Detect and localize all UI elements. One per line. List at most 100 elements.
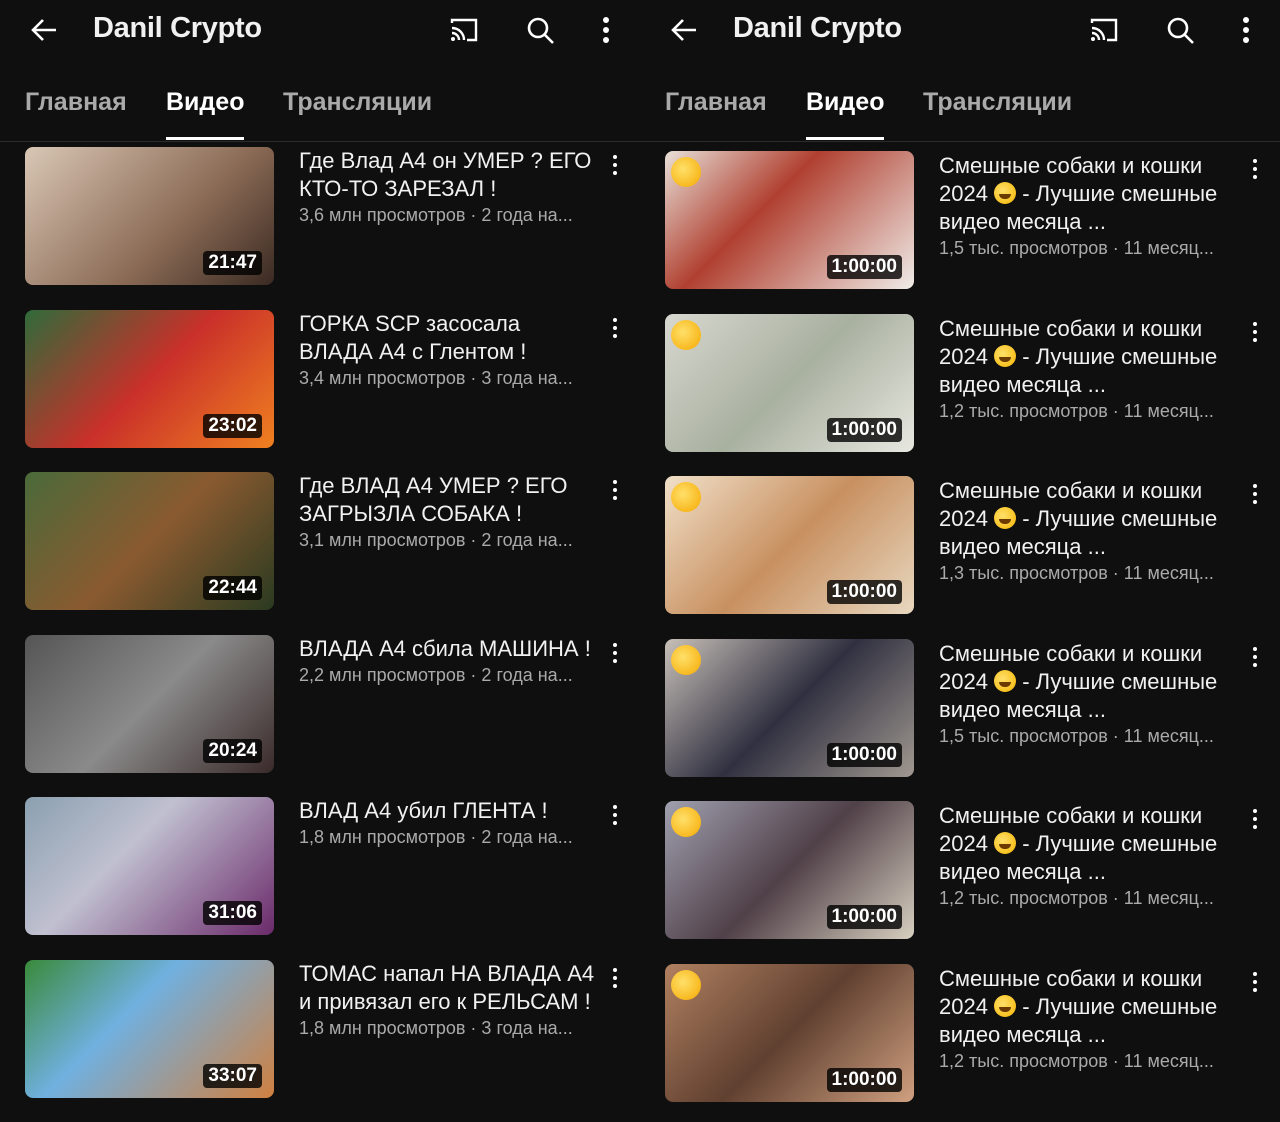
- video-list-item[interactable]: 21:47 Где Влад А4 он УМЕР ? ЕГО КТО-ТО З…: [25, 147, 625, 285]
- duration-badge: 33:07: [203, 1063, 262, 1088]
- tab-videos[interactable]: Видео: [806, 88, 885, 140]
- video-meta: 3,4 млн просмотров · 3 года на...: [299, 367, 573, 388]
- tab-home[interactable]: Главная: [25, 88, 127, 117]
- duration-badge: 20:24: [203, 738, 262, 763]
- channel-tabs: Главная Видео Трансляции: [640, 70, 1280, 142]
- cast-icon[interactable]: [448, 14, 480, 46]
- video-meta: 1,5 тыс. просмотров · 11 месяц...: [939, 725, 1214, 746]
- grinning-sweat-emoji-icon: [994, 344, 1017, 367]
- video-menu-icon[interactable]: [1247, 157, 1263, 181]
- video-list-item[interactable]: 1:00:00 Смешные собаки и кошки 2024 - Лу…: [665, 963, 1265, 1102]
- video-list-item[interactable]: 23:02 ГОРКА SCP засосала ВЛАДА А4 с Глен…: [25, 309, 625, 448]
- grinning-sweat-emoji-icon: [994, 182, 1017, 204]
- duration-badge: 21:47: [203, 251, 262, 275]
- video-thumbnail[interactable]: 33:07: [25, 959, 274, 1098]
- video-title[interactable]: Смешные собаки и кошки 2024 - Лучшие сме…: [939, 315, 1239, 399]
- duration-badge: 1:00:00: [826, 255, 902, 279]
- video-title[interactable]: Где Влад А4 он УМЕР ? ЕГО КТО-ТО ЗАРЕЗАЛ…: [299, 147, 599, 203]
- channel-title: Danil Crypto: [733, 12, 902, 44]
- tab-home[interactable]: Главная: [665, 88, 767, 117]
- video-list-item[interactable]: 1:00:00 Смешные собаки и кошки 2024 - Лу…: [665, 151, 1265, 289]
- duration-badge: 1:00:00: [826, 742, 902, 767]
- more-options-icon[interactable]: [590, 14, 622, 46]
- video-menu-icon[interactable]: [1247, 645, 1263, 669]
- video-title[interactable]: ВЛАД А4 убил ГЛЕНТА !: [299, 797, 599, 825]
- laughing-emoji-icon: [671, 319, 701, 350]
- grinning-sweat-emoji-icon: [994, 507, 1017, 529]
- video-meta: 1,2 тыс. просмотров · 11 месяц...: [939, 400, 1214, 421]
- video-meta: 1,3 тыс. просмотров · 11 месяц...: [939, 563, 1214, 583]
- duration-badge: 31:06: [203, 901, 262, 925]
- channel-panel: Danil Crypto Главная Видео Трансляции 1:00…: [640, 0, 1280, 1122]
- duration-badge: 1:00:00: [826, 417, 902, 442]
- video-title[interactable]: Смешные собаки и кошки 2024 - Лучшие сме…: [939, 640, 1239, 724]
- video-title[interactable]: Где ВЛАД А4 УМЕР ? ЕГО ЗАГРЫЗЛА СОБАКА !: [299, 472, 599, 528]
- video-thumbnail[interactable]: 21:47: [25, 147, 274, 285]
- laughing-emoji-icon: [671, 157, 701, 187]
- back-arrow-icon[interactable]: [28, 14, 60, 46]
- video-thumbnail[interactable]: 22:44: [25, 472, 274, 610]
- channel-title: Danil Crypto: [93, 12, 262, 44]
- video-menu-icon[interactable]: [1247, 807, 1263, 831]
- laughing-emoji-icon: [671, 482, 701, 512]
- video-meta: 2,2 млн просмотров · 2 года на...: [299, 664, 573, 685]
- video-thumbnail[interactable]: 23:02: [25, 309, 274, 448]
- back-arrow-icon[interactable]: [668, 14, 700, 46]
- video-title[interactable]: ГОРКА SCP засосала ВЛАДА А4 с Глентом !: [299, 310, 599, 366]
- tab-videos[interactable]: Видео: [166, 88, 245, 140]
- duration-badge: 1:00:00: [826, 580, 902, 604]
- video-thumbnail[interactable]: 1:00:00: [665, 313, 914, 452]
- channel-panel: Danil Crypto Главная Видео Трансляции 21:4…: [0, 0, 640, 1122]
- more-options-icon[interactable]: [1230, 14, 1262, 46]
- video-list-item[interactable]: 1:00:00 Смешные собаки и кошки 2024 - Лу…: [665, 313, 1265, 452]
- video-title[interactable]: Смешные собаки и кошки 2024 - Лучшие сме…: [939, 802, 1239, 886]
- video-thumbnail[interactable]: 1:00:00: [665, 476, 914, 614]
- video-menu-icon[interactable]: [607, 316, 623, 340]
- video-menu-icon[interactable]: [607, 478, 623, 502]
- video-title[interactable]: ВЛАДА А4 сбила МАШИНА !: [299, 635, 599, 663]
- video-menu-icon[interactable]: [607, 966, 623, 990]
- video-meta: 3,6 млн просмотров · 2 года на...: [299, 205, 573, 225]
- video-list-item[interactable]: 1:00:00 Смешные собаки и кошки 2024 - Лу…: [665, 476, 1265, 614]
- cast-icon[interactable]: [1088, 14, 1120, 46]
- duration-badge: 1:00:00: [826, 905, 902, 929]
- tab-live[interactable]: Трансляции: [923, 88, 1072, 117]
- duration-badge: 23:02: [203, 413, 262, 438]
- video-meta: 1,8 млн просмотров · 2 года на...: [299, 827, 573, 847]
- tab-live[interactable]: Трансляции: [283, 88, 432, 117]
- search-icon[interactable]: [524, 14, 556, 46]
- video-menu-icon[interactable]: [1247, 970, 1263, 994]
- video-menu-icon[interactable]: [1247, 482, 1263, 506]
- video-list-item[interactable]: 33:07 ТОМАС напал НА ВЛАДА А4 и привязал…: [25, 959, 625, 1098]
- video-thumbnail[interactable]: 1:00:00: [665, 963, 914, 1102]
- video-list-item[interactable]: 20:24 ВЛАДА А4 сбила МАШИНА ! 2,2 млн пр…: [25, 634, 625, 773]
- video-meta: 1,8 млн просмотров · 3 года на...: [299, 1017, 573, 1038]
- video-title[interactable]: Смешные собаки и кошки 2024 - Лучшие сме…: [939, 965, 1239, 1049]
- video-list-item[interactable]: 31:06 ВЛАД А4 убил ГЛЕНТА ! 1,8 млн прос…: [25, 797, 625, 935]
- duration-badge: 1:00:00: [826, 1067, 902, 1092]
- laughing-emoji-icon: [671, 807, 701, 837]
- video-list-item[interactable]: 1:00:00 Смешные собаки и кошки 2024 - Лу…: [665, 638, 1265, 777]
- top-app-bar: Danil Crypto: [0, 0, 640, 62]
- grinning-sweat-emoji-icon: [994, 669, 1017, 692]
- grinning-sweat-emoji-icon: [994, 832, 1017, 854]
- video-title[interactable]: Смешные собаки и кошки 2024 - Лучшие сме…: [939, 152, 1239, 236]
- video-menu-icon[interactable]: [607, 153, 623, 177]
- video-title[interactable]: ТОМАС напал НА ВЛАДА А4 и привязал его к…: [299, 960, 599, 1016]
- video-thumbnail[interactable]: 1:00:00: [665, 151, 914, 289]
- video-list-item[interactable]: 1:00:00 Смешные собаки и кошки 2024 - Лу…: [665, 801, 1265, 939]
- video-thumbnail[interactable]: 31:06: [25, 797, 274, 935]
- video-menu-icon[interactable]: [607, 803, 623, 827]
- search-icon[interactable]: [1164, 14, 1196, 46]
- video-meta: 1,5 тыс. просмотров · 11 месяц...: [939, 238, 1214, 258]
- video-thumbnail[interactable]: 20:24: [25, 634, 274, 773]
- video-title[interactable]: Смешные собаки и кошки 2024 - Лучшие сме…: [939, 477, 1239, 561]
- video-thumbnail[interactable]: 1:00:00: [665, 801, 914, 939]
- laughing-emoji-icon: [671, 644, 701, 675]
- video-thumbnail[interactable]: 1:00:00: [665, 638, 914, 777]
- video-list-item[interactable]: 22:44 Где ВЛАД А4 УМЕР ? ЕГО ЗАГРЫЗЛА СО…: [25, 472, 625, 610]
- video-menu-icon[interactable]: [1247, 320, 1263, 344]
- video-menu-icon[interactable]: [607, 641, 623, 665]
- top-app-bar: Danil Crypto: [640, 0, 1280, 62]
- video-meta: 3,1 млн просмотров · 2 года на...: [299, 530, 573, 550]
